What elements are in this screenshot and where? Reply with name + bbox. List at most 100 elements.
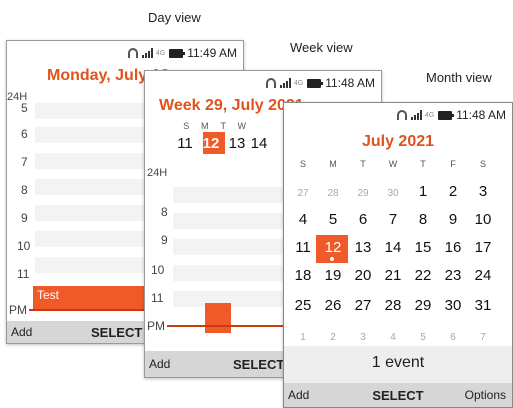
calendar-week-row: 18 19 20 21 22 23 24 [288, 267, 498, 284]
calendar-day[interactable]: 16 [438, 239, 468, 256]
calendar-day[interactable]: 2 [318, 332, 348, 343]
calendar-day[interactable]: 20 [348, 267, 378, 284]
calendar-day[interactable]: 27 [348, 297, 378, 314]
calendar-day[interactable]: 19 [318, 267, 348, 284]
calendar-day[interactable]: 7 [468, 332, 498, 343]
calendar-day[interactable]: 15 [408, 239, 438, 256]
calendar-day[interactable]: 22 [408, 267, 438, 284]
network-label: 4G [155, 49, 166, 57]
hour-label: 9 [21, 211, 28, 225]
month-weekday-row: SMTWTFS [288, 159, 498, 169]
calendar-week-row: 4 5 6 7 8 9 10 [288, 211, 498, 228]
clock: 11:48 AM [325, 76, 375, 90]
week-view-caption: Week view [290, 40, 353, 55]
softkey-bar: Add SELECT Options [284, 383, 512, 407]
calendar-day[interactable]: 13 [348, 239, 378, 256]
status-bar: 4G 11:49 AM [7, 41, 243, 65]
calendar-day[interactable]: 1 [288, 332, 318, 343]
network-label: 4G [424, 111, 435, 119]
calendar-day[interactable]: 10 [468, 211, 498, 228]
weekday-label: T [360, 159, 366, 169]
calendar-day[interactable]: 1 [408, 183, 438, 200]
calendar-day[interactable]: 5 [318, 211, 348, 228]
calendar-day[interactable]: 24 [468, 267, 498, 284]
battery-icon [438, 110, 455, 120]
week-date[interactable]: 13 [226, 135, 248, 152]
weekday-label: M [201, 121, 209, 131]
calendar-week-row: 1234567 [288, 327, 498, 344]
wifi-icon [265, 78, 276, 88]
calendar-week-row: 11 12 13 14 15 16 17 [288, 239, 498, 256]
hour-label: 5 [21, 101, 28, 115]
calendar-day[interactable]: 30 [378, 188, 408, 199]
calendar-day[interactable]: 27 [288, 188, 318, 199]
calendar-day[interactable]: 25 [288, 297, 318, 314]
calendar-day[interactable]: 23 [438, 267, 468, 284]
add-softkey[interactable]: Add [11, 325, 32, 339]
event-count: 1 event [371, 354, 425, 371]
hour-label: 8 [161, 205, 168, 219]
network-label: 4G [293, 79, 304, 87]
wifi-icon [396, 110, 407, 120]
calendar-day[interactable]: 14 [378, 239, 408, 256]
calendar-day[interactable]: 5 [408, 332, 438, 343]
month-view-caption: Month view [426, 70, 492, 85]
weekday-label: S [479, 159, 486, 169]
calendar-week-row: 25 26 27 28 29 30 31 [288, 297, 498, 314]
pm-label: PM [147, 319, 165, 333]
week-event-block[interactable] [205, 303, 231, 333]
calendar-week-row: 27 28 29 30 1 2 3 [288, 183, 498, 200]
calendar-day[interactable]: 26 [318, 297, 348, 314]
calendar-day[interactable]: 9 [438, 211, 468, 228]
calendar-day[interactable]: 3 [468, 183, 498, 200]
calendar-day[interactable]: 4 [288, 211, 318, 228]
hour-label: 9 [161, 233, 168, 247]
select-softkey[interactable]: SELECT [91, 325, 142, 340]
select-softkey[interactable]: SELECT [233, 357, 284, 372]
calendar-day[interactable]: 6 [348, 211, 378, 228]
weekday-label: T [220, 121, 227, 131]
event-title: Test [37, 288, 60, 302]
calendar-day[interactable]: 6 [438, 332, 468, 343]
hour-label: 8 [21, 183, 28, 197]
calendar-day[interactable]: 3 [348, 332, 378, 343]
week-date-selected[interactable]: 12 [196, 135, 226, 152]
day-view-caption: Day view [148, 10, 201, 25]
calendar-day[interactable]: 31 [468, 297, 498, 314]
calendar-day[interactable]: 8 [408, 211, 438, 228]
hour-label: 10 [151, 263, 165, 277]
event-dot-icon [330, 257, 334, 261]
calendar-day[interactable]: 29 [348, 188, 378, 199]
calendar-day[interactable]: 4 [378, 332, 408, 343]
calendar-day[interactable]: 28 [378, 297, 408, 314]
clock: 11:48 AM [456, 108, 506, 122]
add-softkey[interactable]: Add [149, 357, 170, 371]
calendar-day-selected[interactable]: 12 [318, 239, 348, 256]
pm-label: PM [9, 303, 27, 317]
weekday-label: W [237, 121, 247, 131]
hour-label: 11 [17, 267, 30, 281]
calendar-day[interactable]: 29 [408, 297, 438, 314]
month-title: July 2021 [361, 133, 435, 150]
calendar-day[interactable]: 17 [468, 239, 498, 256]
calendar-day[interactable]: 2 [438, 183, 468, 200]
week-date[interactable]: 14 [248, 135, 270, 152]
hour-label: 7 [21, 155, 28, 169]
weekday-label: W [388, 159, 398, 169]
status-bar: 4G 11:48 AM [284, 103, 512, 127]
week-date[interactable]: 11 [174, 135, 196, 152]
signal-icon [410, 110, 422, 120]
hour-label: 6 [21, 127, 28, 141]
options-softkey[interactable]: Options [465, 388, 506, 402]
calendar-day[interactable]: 11 [288, 239, 318, 256]
calendar-day[interactable]: 30 [438, 297, 468, 314]
week-weekday-row: S M T W [177, 121, 251, 131]
calendar-day[interactable]: 18 [288, 267, 318, 284]
battery-icon [169, 48, 186, 58]
calendar-day[interactable]: 7 [378, 211, 408, 228]
calendar-day[interactable]: 28 [318, 188, 348, 199]
status-bar: 4G 11:48 AM [145, 71, 381, 95]
clock: 11:49 AM [187, 46, 237, 60]
calendar-day[interactable]: 21 [378, 267, 408, 284]
signal-icon [141, 48, 153, 58]
